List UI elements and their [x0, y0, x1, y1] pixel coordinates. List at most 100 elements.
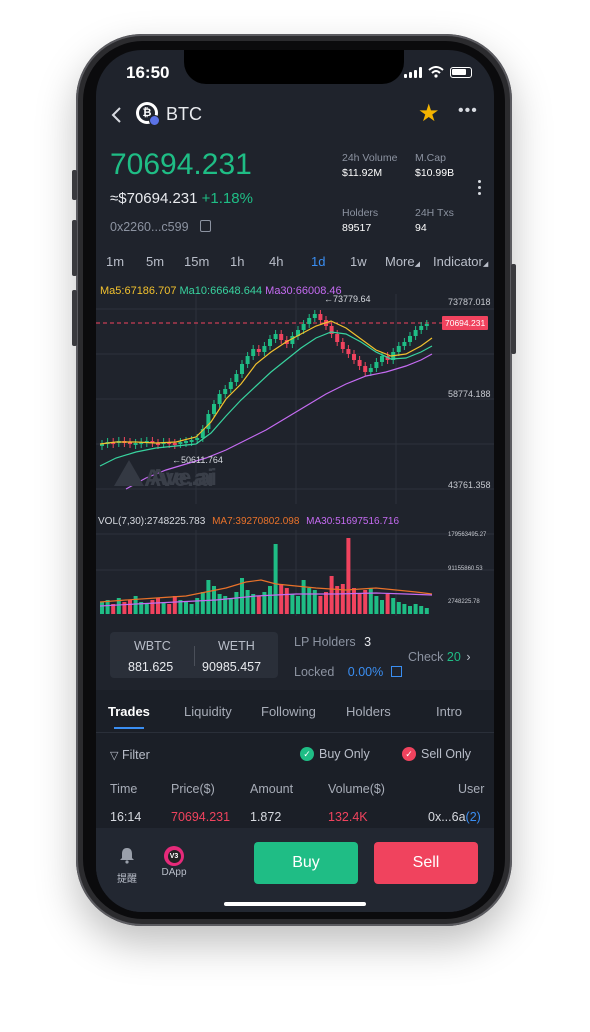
alert-button[interactable]: 提醒 — [114, 846, 140, 885]
tf-15m[interactable]: 15m — [184, 254, 209, 269]
stat-volume: 24h Volume $11.92M — [342, 152, 397, 179]
buy-button[interactable]: Buy — [254, 842, 358, 884]
price-usd: ≈$70694.231 +1.18% — [110, 190, 253, 207]
sell-button[interactable]: Sell — [374, 842, 478, 884]
tf-more[interactable]: More◢ — [385, 254, 420, 269]
candle-body — [368, 368, 373, 372]
copy-icon[interactable] — [200, 220, 212, 232]
pool-token-b: WETH — [218, 639, 255, 653]
candle-body — [212, 404, 216, 414]
volume-bar — [273, 544, 278, 614]
candle-body — [340, 342, 345, 349]
candle-body — [413, 330, 418, 336]
tab-intro[interactable]: Intro — [436, 704, 462, 719]
tab-trades[interactable]: Trades — [108, 704, 150, 719]
dapp-button[interactable]: V3 DApp — [158, 846, 190, 878]
trade-price: 70694.231 — [171, 810, 231, 824]
volume-bar — [161, 602, 166, 614]
volume-bar — [324, 592, 328, 614]
watermark-text: Ave.ai — [150, 464, 217, 490]
stat-label: 24H Txs — [415, 207, 454, 219]
contract-address-text: 0x2260...c599 — [110, 220, 189, 234]
back-arrow-icon[interactable] — [110, 106, 122, 124]
buy-only-label: Buy Only — [319, 747, 370, 761]
y-tick: 58774.188 — [448, 389, 491, 399]
tabs-divider — [96, 732, 494, 733]
sell-only-toggle[interactable]: ✓ Sell Only — [402, 747, 471, 761]
lp-holders-label: LP Holders — [294, 635, 356, 649]
volume-bar — [172, 596, 177, 614]
candle-body — [251, 349, 256, 356]
check-circle-icon: ✓ — [402, 747, 416, 761]
volume-bar — [279, 584, 284, 614]
volume-bar — [206, 580, 211, 614]
candle-body — [335, 334, 340, 342]
volume-bar — [307, 588, 312, 614]
external-link-icon[interactable] — [390, 666, 402, 677]
dapp-icon: V3 — [164, 846, 184, 866]
vol-ma7-label: MA7:39270802.098 — [212, 516, 300, 527]
dapp-badge: V3 — [167, 849, 181, 863]
wifi-icon — [428, 66, 444, 78]
tf-1d[interactable]: 1d — [311, 254, 325, 269]
volume-bar — [413, 604, 418, 614]
filter-button[interactable]: ▽ Filter — [110, 748, 150, 762]
indicator-button[interactable]: Indicator◢ — [433, 254, 488, 269]
watermark-logo-icon — [114, 460, 144, 486]
tf-1h[interactable]: 1h — [230, 254, 244, 269]
tab-holders[interactable]: Holders — [346, 704, 391, 719]
status-time: 16:50 — [126, 63, 170, 82]
coin-title: BTC — [166, 104, 202, 124]
price-change: +1.18% — [201, 190, 253, 207]
vol-y-tick: 91155860.53 — [448, 566, 483, 572]
silent-switch — [72, 170, 77, 200]
candle-body — [178, 442, 183, 444]
trade-user-count: (2) — [465, 810, 481, 824]
stat-txs: 24H Txs 94 — [415, 207, 454, 234]
chevron-right-icon: › — [466, 650, 471, 664]
candle-body — [396, 346, 401, 352]
volume-bar — [256, 596, 261, 614]
volume-bar — [357, 594, 362, 614]
col-user: User — [458, 782, 485, 796]
tf-4h[interactable]: 4h — [269, 254, 283, 269]
tf-1w[interactable]: 1w — [350, 254, 367, 269]
volume-bar — [391, 598, 396, 614]
candle-body — [312, 314, 317, 318]
tab-following[interactable]: Following — [261, 704, 316, 719]
volume-bar — [150, 600, 155, 614]
candle-body — [184, 441, 188, 443]
trade-user[interactable]: 0x...6a(2) — [428, 810, 481, 824]
bell-icon — [120, 848, 134, 864]
trade-volume: 132.4K — [328, 810, 368, 824]
vol-y-tick: 179563495.27 — [448, 532, 487, 538]
more-icon[interactable]: ••• — [458, 102, 478, 120]
candle-body — [352, 354, 356, 360]
stat-value: 89517 — [342, 222, 372, 234]
candle-body — [374, 362, 379, 368]
col-price: Price($) — [171, 782, 215, 796]
stat-label: 24h Volume — [342, 152, 398, 164]
col-time: Time — [110, 782, 138, 796]
volume-bar — [419, 606, 424, 614]
volume-bar — [217, 594, 222, 614]
favorite-star-icon[interactable]: ★ — [418, 99, 440, 128]
volume-chart[interactable] — [96, 530, 494, 616]
tf-5m[interactable]: 5m — [146, 254, 164, 269]
stats-more-icon[interactable] — [478, 180, 482, 195]
check-link[interactable]: Check 20 › — [408, 650, 470, 664]
stat-holders: Holders 89517 — [342, 207, 378, 234]
candle-body — [307, 318, 312, 324]
buy-only-toggle[interactable]: ✓ Buy Only — [300, 747, 370, 761]
volume-bar — [346, 538, 351, 614]
tf-1m[interactable]: 1m — [106, 254, 124, 269]
check-label: Check — [408, 650, 444, 664]
tab-liquidity[interactable]: Liquidity — [184, 704, 232, 719]
candle-body — [380, 356, 384, 362]
stat-value: $11.92M — [342, 167, 383, 179]
col-amount: Amount — [250, 782, 294, 796]
volume-bar — [352, 588, 356, 614]
stat-value: 94 — [415, 222, 427, 234]
volume-bar — [329, 576, 334, 614]
candle-body — [408, 336, 412, 342]
